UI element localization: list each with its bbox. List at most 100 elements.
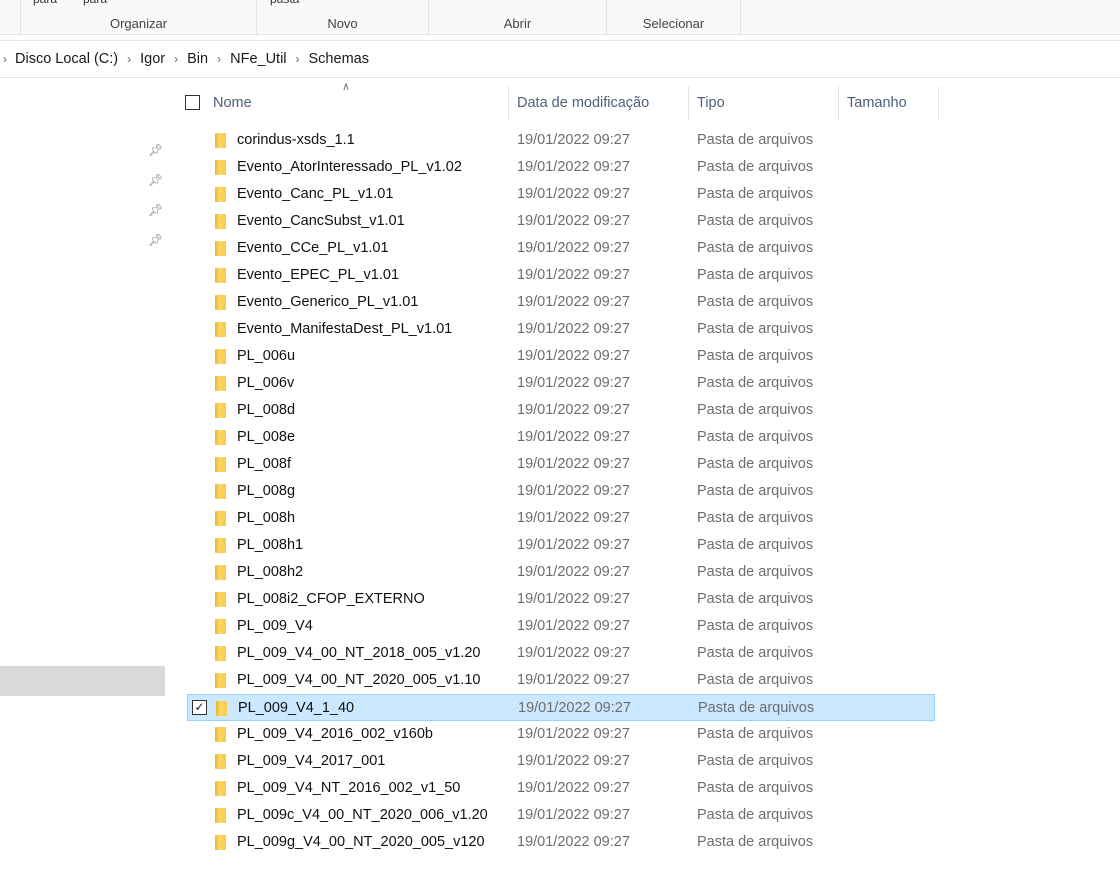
file-row[interactable]: PL_008h1 19/01/2022 09:27 Pasta de arquivo…: [187, 532, 935, 559]
copy-to-button[interactable]: para: [83, 0, 107, 6]
file-name: Evento_CCe_PL_v1.01: [237, 240, 389, 256]
row-checkbox[interactable]: ✓: [192, 700, 207, 715]
navigation-pane[interactable]: 📌︎ 📌︎ 📌︎ 📌︎: [0, 79, 165, 883]
file-name: PL_008i2_CFOP_EXTERNO: [237, 591, 425, 607]
chevron-right-icon[interactable]: ›: [174, 52, 178, 66]
file-type: Pasta de arquivos: [697, 321, 814, 337]
breadcrumb-item[interactable]: Schemas: [309, 51, 369, 67]
move-to-button[interactable]: para: [33, 0, 57, 6]
new-folder-button[interactable]: pasta: [270, 0, 299, 6]
file-date: 19/01/2022 09:27: [517, 780, 630, 796]
file-row[interactable]: PL_009_V4_00_NT_2018_005_v1.20 19/01/2022…: [187, 640, 935, 667]
file-name: Evento_AtorInteressado_PL_v1.02: [237, 159, 462, 175]
file-row[interactable]: Evento_EPEC_PL_v1.01 19/01/2022 09:27 Past…: [187, 262, 935, 289]
column-date[interactable]: Data de modificação: [509, 86, 689, 120]
file-row[interactable]: PL_006u 19/01/2022 09:27 Pasta de arquivos: [187, 343, 935, 370]
column-type[interactable]: Tipo: [689, 86, 839, 120]
select-all-checkbox[interactable]: [185, 95, 200, 110]
file-name: Evento_ManifestaDest_PL_v1.01: [237, 321, 453, 337]
chevron-right-icon[interactable]: ›: [217, 52, 221, 66]
file-date: 19/01/2022 09:27: [517, 267, 630, 283]
breadcrumb-item[interactable]: Disco Local (C:): [15, 51, 118, 67]
file-type: Pasta de arquivos: [697, 753, 814, 769]
file-name: Evento_Canc_PL_v1.01: [237, 186, 394, 202]
column-name[interactable]: Nome: [206, 86, 509, 120]
file-row[interactable]: PL_008h 19/01/2022 09:27 Pasta de arquivos: [187, 505, 935, 532]
ribbon-group-novo: pasta Novo: [257, 0, 429, 35]
chevron-right-icon[interactable]: ›: [296, 52, 300, 66]
file-row[interactable]: Evento_CCe_PL_v1.01 19/01/2022 09:27 Pasta…: [187, 235, 935, 262]
ribbon-group-organizar: para para Organizar: [20, 0, 257, 35]
folder-icon: [215, 430, 226, 445]
file-date: 19/01/2022 09:27: [517, 618, 630, 634]
file-type: Pasta de arquivos: [697, 483, 814, 499]
file-date: 19/01/2022 09:27: [517, 537, 630, 553]
pin-icon[interactable]: 📌︎: [148, 173, 163, 187]
breadcrumb-item[interactable]: Igor: [140, 51, 165, 67]
folder-icon: [215, 457, 226, 472]
folder-icon: [215, 673, 226, 688]
file-type: Pasta de arquivos: [697, 780, 814, 796]
file-type: Pasta de arquivos: [697, 807, 814, 823]
file-date: 19/01/2022 09:27: [517, 429, 630, 445]
file-date: 19/01/2022 09:27: [518, 700, 631, 716]
ribbon: para para Organizar pasta Novo Abrir Sel…: [0, 0, 1120, 35]
column-size[interactable]: Tamanho: [839, 86, 939, 120]
file-row[interactable]: PL_006v 19/01/2022 09:27 Pasta de arquivos: [187, 370, 935, 397]
folder-icon: [215, 808, 226, 823]
folder-icon: [215, 727, 226, 742]
file-date: 19/01/2022 09:27: [517, 348, 630, 364]
file-row[interactable]: PL_008d 19/01/2022 09:27 Pasta de arquivos: [187, 397, 935, 424]
file-row[interactable]: Evento_AtorInteressado_PL_v1.02 19/01/202…: [187, 154, 935, 181]
file-row[interactable]: PL_008f 19/01/2022 09:27 Pasta de arquivos: [187, 451, 935, 478]
file-type: Pasta de arquivos: [697, 348, 814, 364]
file-row[interactable]: PL_008i2_CFOP_EXTERNO 19/01/2022 09:27 Pas…: [187, 586, 935, 613]
file-row[interactable]: PL_009c_V4_00_NT_2020_006_v1.20 19/01/202…: [187, 802, 935, 829]
file-type: Pasta de arquivos: [697, 672, 814, 688]
folder-icon: [215, 241, 226, 256]
file-row[interactable]: PL_009_V4_2017_001 19/01/2022 09:27 Pasta …: [187, 748, 935, 775]
file-row[interactable]: Evento_Generico_PL_v1.01 19/01/2022 09:27…: [187, 289, 935, 316]
file-row[interactable]: PL_009_V4_00_NT_2020_005_v1.10 19/01/2022…: [187, 667, 935, 694]
nav-item-selected[interactable]: [0, 666, 165, 696]
file-date: 19/01/2022 09:27: [517, 726, 630, 742]
file-name: PL_006v: [237, 375, 295, 391]
file-type: Pasta de arquivos: [697, 429, 814, 445]
pin-icon[interactable]: 📌︎: [148, 203, 163, 217]
file-type: Pasta de arquivos: [697, 186, 814, 202]
folder-icon: [215, 781, 226, 796]
file-row[interactable]: corindus-xsds_1.1 19/01/2022 09:27 Pasta d…: [187, 127, 935, 154]
pin-icon[interactable]: 📌︎: [148, 233, 163, 247]
file-type: Pasta de arquivos: [697, 510, 814, 526]
file-date: 19/01/2022 09:27: [517, 402, 630, 418]
file-row[interactable]: Evento_Canc_PL_v1.01 19/01/2022 09:27 Past…: [187, 181, 935, 208]
chevron-right-icon[interactable]: ›: [127, 52, 131, 66]
file-date: 19/01/2022 09:27: [517, 240, 630, 256]
file-row[interactable]: PL_009_V4_2016_002_v160b 19/01/2022 09:27…: [187, 721, 935, 748]
folder-icon: [215, 565, 226, 580]
file-row[interactable]: PL_009g_V4_00_NT_2020_005_v120 19/01/2022…: [187, 829, 935, 856]
file-row[interactable]: Evento_ManifestaDest_PL_v1.01 19/01/2022 …: [187, 316, 935, 343]
breadcrumb-item[interactable]: Bin: [187, 51, 208, 67]
file-name: PL_008h: [237, 510, 296, 526]
file-name: Evento_EPEC_PL_v1.01: [237, 267, 400, 283]
breadcrumb-item[interactable]: NFe_Util: [230, 51, 286, 67]
file-row[interactable]: PL_008h2 19/01/2022 09:27 Pasta de arquivo…: [187, 559, 935, 586]
ribbon-group-abrir: Abrir: [429, 0, 607, 35]
file-row[interactable]: ✓ PL_009_V4_1_40 19/01/2022 09:27 Pasta de …: [187, 694, 935, 721]
file-type: Pasta de arquivos: [697, 618, 814, 634]
file-row[interactable]: PL_008e 19/01/2022 09:27 Pasta de arquivos: [187, 424, 935, 451]
folder-icon: [215, 349, 226, 364]
file-date: 19/01/2022 09:27: [517, 375, 630, 391]
pin-icon[interactable]: 📌︎: [148, 143, 163, 157]
file-row[interactable]: PL_008g 19/01/2022 09:27 Pasta de arquivos: [187, 478, 935, 505]
chevron-right-icon[interactable]: ›: [3, 52, 7, 66]
file-row[interactable]: PL_009_V4_NT_2016_002_v1_50 19/01/2022 09…: [187, 775, 935, 802]
file-name: PL_009_V4_2016_002_v160b: [237, 726, 433, 742]
file-row[interactable]: Evento_CancSubst_v1.01 19/01/2022 09:27 Pa…: [187, 208, 935, 235]
folder-icon: [215, 538, 226, 553]
file-list: corindus-xsds_1.1 19/01/2022 09:27 Pasta d…: [170, 127, 1120, 869]
file-row[interactable]: PL_009_V4 19/01/2022 09:27 Pasta de arquiv…: [187, 613, 935, 640]
file-name: Evento_Generico_PL_v1.01: [237, 294, 419, 310]
file-date: 19/01/2022 09:27: [517, 186, 630, 202]
